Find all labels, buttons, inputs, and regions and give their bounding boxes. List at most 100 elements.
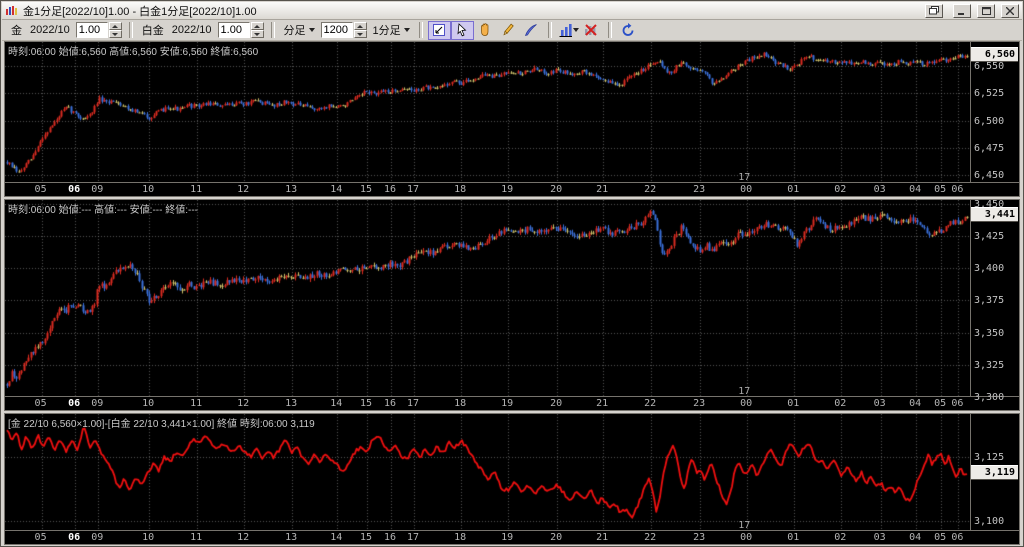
down-arrow-icon (112, 33, 118, 36)
y-tick-label: 3,300 (974, 392, 1004, 403)
platinum-multiplier-up-button[interactable] (251, 22, 264, 30)
x-tick-label: 23 (693, 184, 705, 195)
toolbar-separator (271, 22, 275, 38)
draw-freehand-icon[interactable] (520, 21, 543, 40)
x-tick-label: 17 (407, 184, 419, 195)
chevron-down-icon (573, 28, 579, 32)
toolbar-separator (419, 22, 423, 38)
x-tick-label: 02 (834, 184, 846, 195)
gold-multiplier-down-button[interactable] (109, 30, 122, 38)
platinum-multiplier-down-button[interactable] (251, 30, 264, 38)
bar-count-input[interactable] (321, 22, 353, 38)
chart-type-icon[interactable] (557, 21, 580, 40)
x-tick-label: 15 (360, 398, 372, 409)
y-tick-label: 3,325 (974, 360, 1004, 371)
x-tick-label: 09 (91, 532, 103, 543)
x-tick-label: 11 (190, 398, 202, 409)
gold-chart-panel: 時刻:06:00 始値:6,560 高値:6,560 安値:6,560 終値:6… (4, 41, 1020, 197)
x-tick-label: 04 (909, 184, 921, 195)
spread-chart-panel: [金 22/10 6,560×1.00]-[白金 22/10 3,441×1.0… (4, 413, 1020, 545)
date-marker: 17 (738, 386, 750, 397)
x-tick-label: 13 (285, 184, 297, 195)
x-tick-label: 04 (909, 398, 921, 409)
up-arrow-icon (112, 25, 118, 28)
refresh-icon[interactable] (617, 21, 640, 40)
x-tick-label: 22 (644, 532, 656, 543)
y-tick-label: 6,525 (974, 88, 1004, 99)
draw-pencil-icon[interactable] (497, 21, 520, 40)
gold-multiplier-input[interactable] (76, 22, 108, 38)
x-tick-label: 11 (190, 184, 202, 195)
chart-stack: 時刻:06:00 始値:6,560 高値:6,560 安値:6,560 終値:6… (4, 41, 1020, 543)
x-tick-label: 18 (454, 184, 466, 195)
x-tick-label: 18 (454, 398, 466, 409)
gold-price-axis: 6,560 6,550 6,525 6,500 6,475 6,450 (970, 42, 1019, 183)
bar-count-up-button[interactable] (354, 22, 367, 30)
cascade-window-button[interactable] (925, 4, 943, 18)
chart-range-select-icon[interactable] (428, 21, 451, 40)
app-window: 金1分足[2022/10]1.00 - 白金1分足[2022/10]1.00 金… (0, 0, 1024, 547)
x-tick-label: 16 (384, 184, 396, 195)
date-marker: 17 (738, 520, 750, 531)
cursor-select-icon[interactable] (451, 21, 474, 40)
gold-chart-plot[interactable]: 時刻:06:00 始値:6,560 高値:6,560 安値:6,560 終値:6… (5, 42, 971, 183)
x-tick-label: 05 (35, 184, 47, 195)
spread-chart-plot[interactable]: [金 22/10 6,560×1.00]-[白金 22/10 3,441×1.0… (5, 414, 971, 531)
x-tick-label: 09 (91, 184, 103, 195)
bar-count-down-button[interactable] (354, 30, 367, 38)
platinum-chart-panel: 時刻:06:00 始値:--- 高値:--- 安値:--- 終値:--- 17 … (4, 199, 1020, 411)
x-tick-label: 19 (501, 184, 513, 195)
maximize-button[interactable] (977, 4, 995, 18)
platinum-chart-plot[interactable]: 時刻:06:00 始値:--- 高値:--- 安値:--- 終値:--- 17 (5, 200, 971, 397)
title-bar[interactable]: 金1分足[2022/10]1.00 - 白金1分足[2022/10]1.00 (2, 2, 1022, 20)
down-arrow-icon (357, 33, 363, 36)
platinum-chart-canvas[interactable] (5, 200, 971, 397)
x-tick-label: 10 (142, 184, 154, 195)
x-tick-label: 03 (874, 184, 886, 195)
date-marker: 17 (738, 172, 750, 183)
gold-time-axis: 0506091011121314151617181920212223000102… (5, 182, 1019, 196)
y-tick-label: 6,550 (974, 61, 1004, 72)
x-tick-label: 06 (68, 398, 80, 409)
x-tick-label: 00 (740, 532, 752, 543)
x-tick-label: 03 (874, 532, 886, 543)
x-tick-label: 14 (330, 532, 342, 543)
y-tick-label: 3,125 (974, 452, 1004, 463)
clear-drawings-icon[interactable] (580, 21, 603, 40)
x-tick-label: 23 (693, 532, 705, 543)
y-tick-label: 6,500 (974, 116, 1004, 127)
x-tick-label: 17 (407, 532, 419, 543)
x-tick-label: 03 (874, 398, 886, 409)
x-tick-label: 09 (91, 398, 103, 409)
pan-hand-icon[interactable] (474, 21, 497, 40)
app-icon (5, 5, 19, 17)
toolbar-separator (608, 22, 612, 38)
x-tick-label: 06 (68, 532, 80, 543)
platinum-time-axis: 0506091011121314151617181920212223000102… (5, 396, 1019, 410)
x-tick-label: 05 (35, 398, 47, 409)
spread-formula-info: [金 22/10 6,560×1.00]-[白金 22/10 3,441×1.0… (8, 415, 315, 430)
x-tick-label: 10 (142, 532, 154, 543)
x-tick-label: 05 (934, 398, 946, 409)
y-tick-label: 6,475 (974, 143, 1004, 154)
toolbar-separator (129, 22, 133, 38)
gold-last-price-box: 6,560 (971, 48, 1018, 61)
y-tick-label: 6,450 (974, 170, 1004, 181)
y-tick-label: 3,400 (974, 263, 1004, 274)
bar-interval-dropdown[interactable]: 1分足 (373, 22, 410, 38)
gold-multiplier-up-button[interactable] (109, 22, 122, 30)
gold-symbol-label: 金 (11, 22, 22, 38)
minimize-button[interactable] (953, 4, 971, 18)
spread-chart-canvas[interactable] (5, 414, 971, 531)
x-tick-label: 16 (384, 398, 396, 409)
bar-type-dropdown[interactable]: 分足 (284, 22, 315, 38)
platinum-multiplier-spinner (218, 22, 264, 38)
close-button[interactable] (1001, 4, 1019, 18)
platinum-last-price-box: 3,441 (971, 208, 1018, 221)
gold-chart-canvas[interactable] (5, 42, 971, 183)
platinum-multiplier-input[interactable] (218, 22, 250, 38)
spread-time-axis: 0506091011121314151617181920212223000102… (5, 530, 1019, 544)
x-tick-label: 22 (644, 184, 656, 195)
toolbar: 金 2022/10 白金 2022/10 分足 (2, 20, 1022, 41)
x-tick-label: 02 (834, 398, 846, 409)
